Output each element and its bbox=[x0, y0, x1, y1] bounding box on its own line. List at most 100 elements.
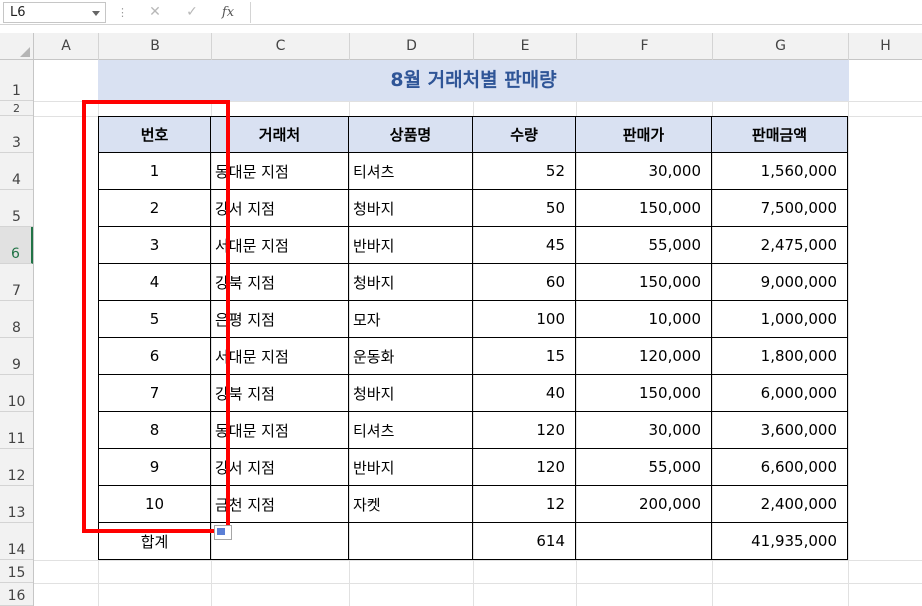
cell-amount[interactable]: 9,000,000 bbox=[712, 264, 848, 301]
name-box-value: L6 bbox=[10, 5, 26, 20]
cell-product[interactable]: 운동화 bbox=[349, 338, 473, 375]
title-cell[interactable]: 8월 거래처별 판매량 bbox=[98, 60, 849, 101]
column-header-e[interactable]: E bbox=[474, 33, 577, 60]
row-header[interactable]: 7 bbox=[0, 264, 33, 301]
cell-client[interactable]: 은평 지점 bbox=[211, 301, 349, 338]
cell-product[interactable]: 모자 bbox=[349, 301, 473, 338]
header-cell-client[interactable]: 거래처 bbox=[211, 116, 349, 153]
header-cell-price[interactable]: 판매가 bbox=[576, 116, 712, 153]
row-header[interactable]: 3 bbox=[0, 116, 33, 153]
cell-price[interactable]: 150,000 bbox=[576, 264, 712, 301]
cell-quantity[interactable]: 60 bbox=[473, 264, 576, 301]
cell-amount[interactable]: 2,400,000 bbox=[712, 486, 848, 523]
total-quantity-cell[interactable]: 614 bbox=[473, 523, 576, 560]
column-header-f[interactable]: F bbox=[577, 33, 713, 60]
select-all-icon bbox=[20, 47, 30, 57]
cell-amount[interactable]: 1,800,000 bbox=[712, 338, 848, 375]
cell-price[interactable]: 150,000 bbox=[576, 375, 712, 412]
total-amount-cell[interactable]: 41,935,000 bbox=[712, 523, 848, 560]
highlight-box bbox=[82, 100, 230, 533]
cell-product[interactable]: 반바지 bbox=[349, 227, 473, 264]
chevron-down-icon[interactable] bbox=[92, 11, 100, 16]
cell-client[interactable]: 강북 지점 bbox=[211, 375, 349, 412]
row-header[interactable]: 9 bbox=[0, 338, 33, 375]
row-header[interactable]: 5 bbox=[0, 190, 33, 227]
row-header[interactable]: 13 bbox=[0, 486, 33, 523]
cell-quantity[interactable]: 45 bbox=[473, 227, 576, 264]
cell-quantity[interactable]: 100 bbox=[473, 301, 576, 338]
cell-client[interactable]: 서대문 지점 bbox=[211, 338, 349, 375]
check-icon[interactable]: ✓ bbox=[180, 2, 204, 23]
cell-price[interactable]: 55,000 bbox=[576, 227, 712, 264]
total-cell[interactable] bbox=[349, 523, 473, 560]
row-header[interactable]: 8 bbox=[0, 301, 33, 338]
row-header[interactable]: 1 bbox=[0, 60, 33, 101]
row-header[interactable]: 16 bbox=[0, 583, 33, 606]
cell-product[interactable]: 티셔츠 bbox=[349, 412, 473, 449]
cell-amount[interactable]: 7,500,000 bbox=[712, 190, 848, 227]
cell-price[interactable]: 55,000 bbox=[576, 449, 712, 486]
total-cell[interactable] bbox=[576, 523, 712, 560]
paste-options-icon-inner bbox=[217, 528, 225, 535]
cell-product[interactable]: 청바지 bbox=[349, 190, 473, 227]
cell-quantity[interactable]: 120 bbox=[473, 449, 576, 486]
column-header-b[interactable]: B bbox=[99, 33, 212, 60]
cell-price[interactable]: 150,000 bbox=[576, 190, 712, 227]
cell-quantity[interactable]: 40 bbox=[473, 375, 576, 412]
function-icon[interactable]: fx bbox=[216, 2, 240, 23]
cell-client[interactable]: 금천 지점 bbox=[211, 486, 349, 523]
cell-product[interactable]: 반바지 bbox=[349, 449, 473, 486]
row-header[interactable]: 11 bbox=[0, 412, 33, 449]
cell-client[interactable]: 강서 지점 bbox=[211, 449, 349, 486]
cell-price[interactable]: 200,000 bbox=[576, 486, 712, 523]
row-header-active[interactable]: 6 bbox=[0, 227, 33, 264]
column-header-c[interactable]: C bbox=[212, 33, 350, 60]
cell-amount[interactable]: 6,600,000 bbox=[712, 449, 848, 486]
cell-client[interactable]: 동대문 지점 bbox=[211, 153, 349, 190]
sheet-title: 8월 거래처별 판매량 bbox=[390, 69, 557, 91]
column-header-d[interactable]: D bbox=[350, 33, 474, 60]
select-all-button[interactable] bbox=[0, 33, 34, 60]
row-header[interactable]: 4 bbox=[0, 153, 33, 190]
row-header[interactable]: 14 bbox=[0, 523, 33, 560]
cell-product[interactable]: 자켓 bbox=[349, 486, 473, 523]
worksheet-grid[interactable]: 8월 거래처별 판매량 번호 거래처 상품명 수량 판매가 판매금액 1 동대문 … bbox=[34, 60, 922, 606]
cell-price[interactable]: 30,000 bbox=[576, 412, 712, 449]
cell-quantity[interactable]: 52 bbox=[473, 153, 576, 190]
formula-input[interactable] bbox=[250, 2, 922, 23]
cell-client[interactable]: 서대문 지점 bbox=[211, 227, 349, 264]
column-header-h[interactable]: H bbox=[849, 33, 922, 60]
cell-product[interactable]: 청바지 bbox=[349, 375, 473, 412]
column-header-g[interactable]: G bbox=[713, 33, 849, 60]
formula-bar: L6 ⋮ ✕ ✓ fx bbox=[0, 0, 922, 25]
cell-amount[interactable]: 1,560,000 bbox=[712, 153, 848, 190]
header-cell-quantity[interactable]: 수량 bbox=[473, 116, 576, 153]
cell-quantity[interactable]: 50 bbox=[473, 190, 576, 227]
cell-product[interactable]: 티셔츠 bbox=[349, 153, 473, 190]
cell-amount[interactable]: 1,000,000 bbox=[712, 301, 848, 338]
cell-amount[interactable]: 3,600,000 bbox=[712, 412, 848, 449]
cell-price[interactable]: 120,000 bbox=[576, 338, 712, 375]
cell-client[interactable]: 강서 지점 bbox=[211, 190, 349, 227]
paste-options-icon[interactable] bbox=[214, 525, 232, 540]
cell-client[interactable]: 강북 지점 bbox=[211, 264, 349, 301]
name-box[interactable]: L6 bbox=[3, 2, 106, 23]
row-header[interactable]: 10 bbox=[0, 375, 33, 412]
cell-price[interactable]: 10,000 bbox=[576, 301, 712, 338]
cell-quantity[interactable]: 15 bbox=[473, 338, 576, 375]
close-icon[interactable]: ✕ bbox=[143, 2, 167, 23]
cell-quantity[interactable]: 120 bbox=[473, 412, 576, 449]
row-header[interactable]: 2 bbox=[0, 101, 33, 116]
gridline bbox=[848, 60, 849, 606]
cell-price[interactable]: 30,000 bbox=[576, 153, 712, 190]
row-header[interactable]: 15 bbox=[0, 560, 33, 583]
cell-amount[interactable]: 2,475,000 bbox=[712, 227, 848, 264]
column-header-a[interactable]: A bbox=[34, 33, 99, 60]
header-cell-amount[interactable]: 판매금액 bbox=[712, 116, 848, 153]
cell-product[interactable]: 청바지 bbox=[349, 264, 473, 301]
row-header[interactable]: 12 bbox=[0, 449, 33, 486]
cell-quantity[interactable]: 12 bbox=[473, 486, 576, 523]
header-cell-product[interactable]: 상품명 bbox=[349, 116, 473, 153]
cell-client[interactable]: 동대문 지점 bbox=[211, 412, 349, 449]
cell-amount[interactable]: 6,000,000 bbox=[712, 375, 848, 412]
